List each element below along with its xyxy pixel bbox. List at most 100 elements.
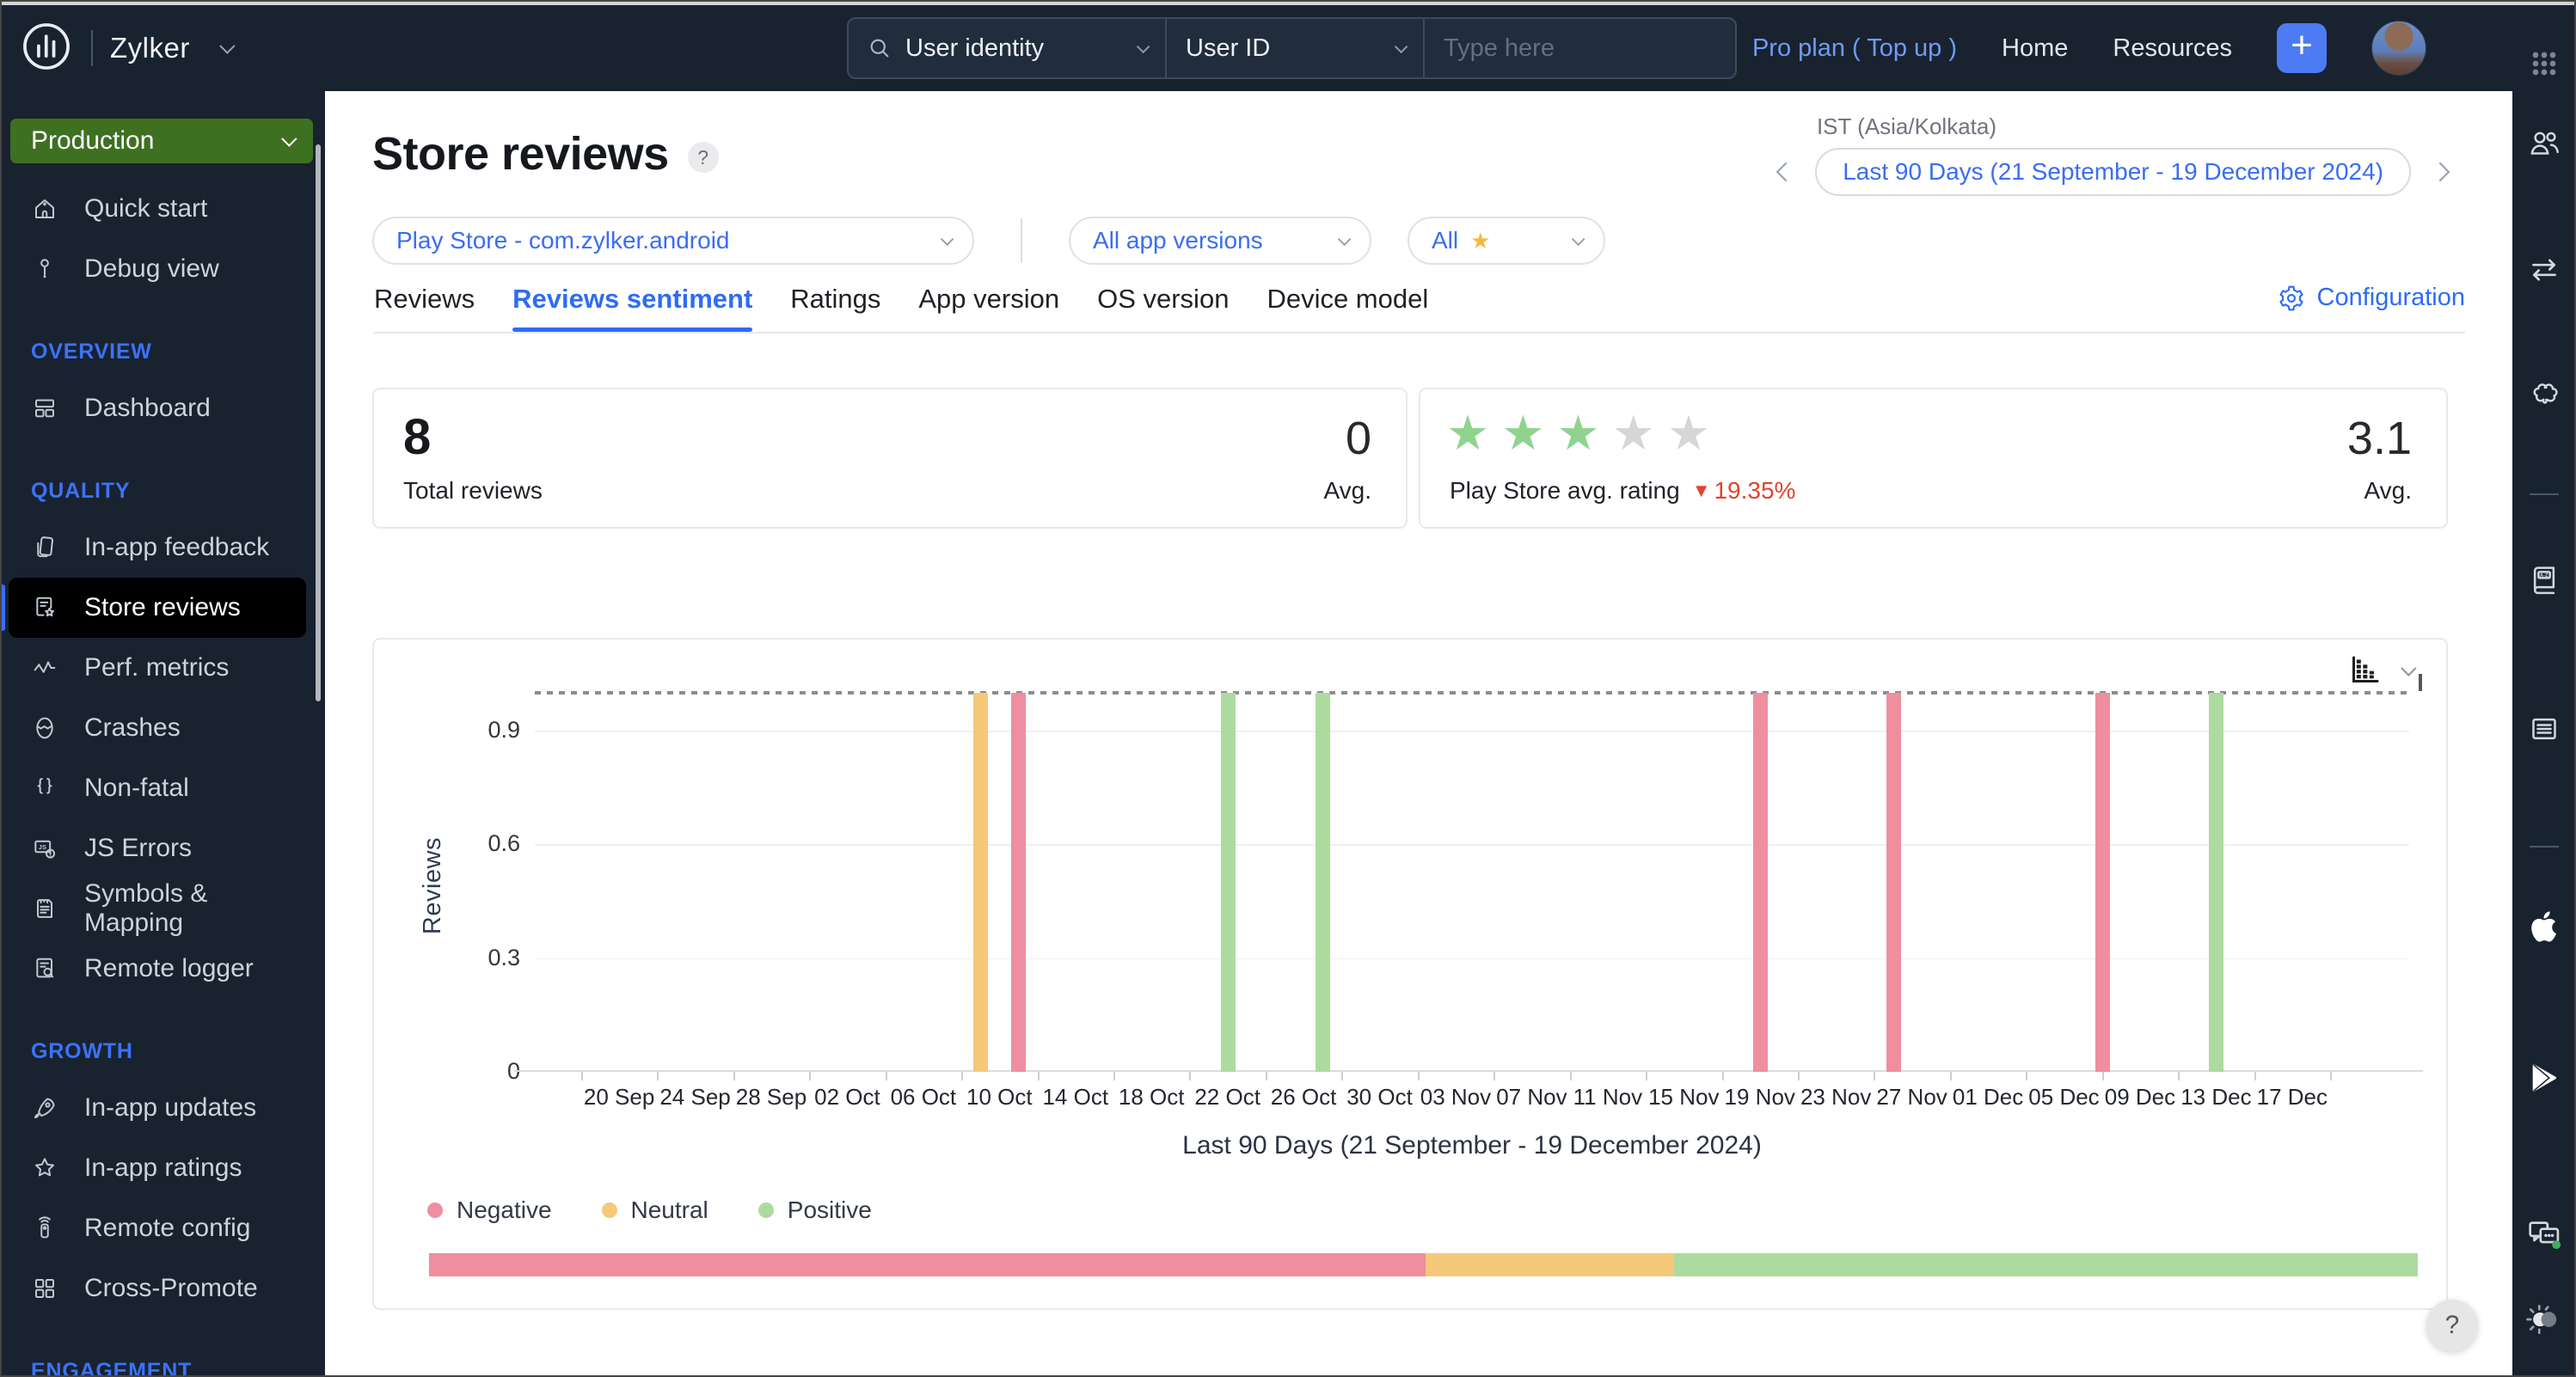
plan-topup-link[interactable]: Pro plan ( Top up ) xyxy=(1752,34,1957,63)
sentiment-bar-positive-22-oct[interactable] xyxy=(1220,693,1236,1072)
x-tick-label: 20 Sep xyxy=(583,1084,655,1110)
sentiment-bar-positive-27-oct[interactable] xyxy=(1316,693,1331,1072)
sidebar-item-label: In-app feedback xyxy=(84,533,270,561)
sidebar-item-quick-start[interactable]: Quick start xyxy=(0,179,306,239)
sidebar-item-dashboard[interactable]: Dashboard xyxy=(0,378,306,438)
sidebar-item-label: In-app ratings xyxy=(84,1154,242,1182)
sidebar-item-remote-config[interactable]: Remote config xyxy=(0,1198,306,1258)
x-tick-label: 26 Oct xyxy=(1270,1084,1337,1110)
sentiment-bar-negative-07-dec[interactable] xyxy=(2095,693,2110,1072)
reviews-avg-label: Avg. xyxy=(1323,477,1371,504)
sidebar-item-perf-metrics[interactable]: Perf. metrics xyxy=(0,638,306,698)
sidebar-item-remote-logger[interactable]: Remote logger xyxy=(0,939,306,999)
axis-tick-mark xyxy=(2330,1072,2333,1080)
nav-home[interactable]: Home xyxy=(2002,34,2068,63)
x-tick-label: 11 Nov xyxy=(1573,1084,1643,1110)
x-tick-label: 06 Oct xyxy=(890,1084,957,1110)
filter-play-store-com-zylker-android[interactable]: Play Store - com.zylker.android xyxy=(372,217,974,265)
legend-label: Positive xyxy=(787,1196,872,1223)
tab-reviews-sentiment[interactable]: Reviews sentiment xyxy=(512,284,753,332)
legend-neutral[interactable]: Neutral xyxy=(601,1196,708,1224)
axis-tick-mark xyxy=(1797,1072,1800,1080)
tab-device-model[interactable]: Device model xyxy=(1267,284,1428,330)
sentiment-bar-positive-13-dec[interactable] xyxy=(2209,693,2224,1072)
date-prev-icon[interactable] xyxy=(1776,162,1796,182)
nav-resources[interactable]: Resources xyxy=(2113,34,2232,63)
window-top-edge xyxy=(0,0,2576,5)
help-button[interactable]: ? xyxy=(2426,1300,2478,1351)
search-category-dropdown[interactable]: User identity xyxy=(849,19,1167,77)
sidebar-item-non-fatal[interactable]: Non-fatal xyxy=(0,758,306,818)
summary-segment-negative xyxy=(429,1253,1426,1276)
user-avatar[interactable] xyxy=(2371,21,2426,76)
sentiment-bar-negative-26-nov[interactable] xyxy=(1886,693,1901,1072)
tab-app-version[interactable]: App version xyxy=(918,284,1059,330)
title-help-icon[interactable]: ? xyxy=(687,142,719,173)
chart-type-selector[interactable] xyxy=(2347,653,2417,688)
axis-tick-mark xyxy=(1569,1072,1572,1080)
feedback-chat-icon[interactable] xyxy=(2524,1215,2564,1255)
axis-tick-mark xyxy=(2178,1072,2180,1080)
axis-tick-mark xyxy=(1721,1072,1724,1080)
x-tick-label: 15 Nov xyxy=(1648,1084,1720,1110)
search-field-dropdown[interactable]: User ID xyxy=(1167,19,1425,77)
configuration-link[interactable]: Configuration xyxy=(2278,284,2465,312)
legend-positive[interactable]: Positive xyxy=(757,1196,872,1224)
apple-icon[interactable] xyxy=(2527,909,2561,944)
filter-all[interactable]: All ★ xyxy=(1408,217,1605,265)
rocket-icon xyxy=(34,1098,55,1119)
legend-negative[interactable]: Negative xyxy=(427,1196,552,1224)
x-tick-label: 27 Nov xyxy=(1876,1084,1947,1110)
switch-arrows-icon[interactable] xyxy=(2527,253,2561,287)
sidebar-item-in-app-ratings[interactable]: In-app ratings xyxy=(0,1138,306,1198)
filter-label: Play Store - com.zylker.android xyxy=(396,227,730,254)
sentiment-bar-negative-19-nov[interactable] xyxy=(1752,693,1768,1072)
axis-tick-mark xyxy=(733,1072,735,1080)
date-range-selector[interactable]: Last 90 Days (21 September - 19 December… xyxy=(1815,148,2411,196)
house-icon xyxy=(35,199,54,218)
axis-tick-mark xyxy=(1874,1072,1876,1080)
apptics-logo-icon[interactable] xyxy=(19,19,74,78)
search-input[interactable] xyxy=(1444,34,1702,63)
sentiment-bar-neutral-09-oct[interactable] xyxy=(973,693,989,1072)
tab-reviews[interactable]: Reviews xyxy=(374,284,475,330)
sidebar-item-store-reviews[interactable]: Store reviews xyxy=(0,578,306,638)
sidebar-item-label: Perf. metrics xyxy=(84,653,230,682)
sidebar-item-label: Remote config xyxy=(84,1214,251,1242)
sidebar-item-in-app-feedback[interactable]: In-app feedback xyxy=(0,517,306,578)
sidebar-item-symbols-mapping[interactable]: Symbols & Mapping xyxy=(0,878,306,939)
rating-avg-value: 3.1 xyxy=(2346,413,2412,464)
bar-chart-icon xyxy=(2352,656,2379,682)
x-tick-label: 19 Nov xyxy=(1724,1084,1795,1110)
rating-delta: ▼ 19.35% xyxy=(1691,477,1796,504)
sidebar-item-cross-promote[interactable]: Cross-Promote xyxy=(0,1258,306,1319)
sidebar-item-crashes[interactable]: Crashes xyxy=(0,698,306,758)
tab-os-version[interactable]: OS version xyxy=(1097,284,1229,330)
legend-dot-icon xyxy=(601,1203,617,1218)
filter-all-app-versions[interactable]: All app versions xyxy=(1069,217,1371,265)
users-icon[interactable] xyxy=(2527,125,2561,160)
sidebar-scrollbar[interactable] xyxy=(316,144,321,701)
filter-divider xyxy=(1021,218,1022,263)
add-button[interactable]: + xyxy=(2277,23,2327,73)
environment-dropdown[interactable]: Production xyxy=(10,119,313,163)
google-play-icon[interactable] xyxy=(2527,1061,2561,1095)
theme-toggle-icon[interactable] xyxy=(2524,1300,2564,1339)
release-notes-icon[interactable] xyxy=(2527,712,2561,746)
glossary-book-icon[interactable]: A-Z xyxy=(2527,562,2561,597)
x-tick-label: 14 Oct xyxy=(1042,1084,1109,1110)
tab-ratings[interactable]: Ratings xyxy=(790,284,880,330)
y-axis-ticks: 00.30.60.9 xyxy=(460,693,520,1084)
sidebar-item-debug-view[interactable]: Debug view xyxy=(0,239,306,299)
date-next-icon[interactable] xyxy=(2430,162,2450,182)
sidebar-item-js-errors[interactable]: JS JS Errors xyxy=(0,818,306,878)
axis-tick-mark xyxy=(1265,1072,1267,1080)
sentiment-bar-negative-11-oct[interactable] xyxy=(1011,693,1027,1072)
axis-tick-mark xyxy=(1646,1072,1648,1080)
gear-icon xyxy=(2279,285,2303,310)
app-switcher[interactable]: Zylker xyxy=(110,32,190,64)
apps-grid-icon[interactable] xyxy=(2527,46,2561,81)
ai-brain-icon[interactable] xyxy=(2527,376,2561,411)
chevron-down-icon xyxy=(1337,232,1352,246)
sidebar-item-in-app-updates[interactable]: In-app updates xyxy=(0,1078,306,1138)
